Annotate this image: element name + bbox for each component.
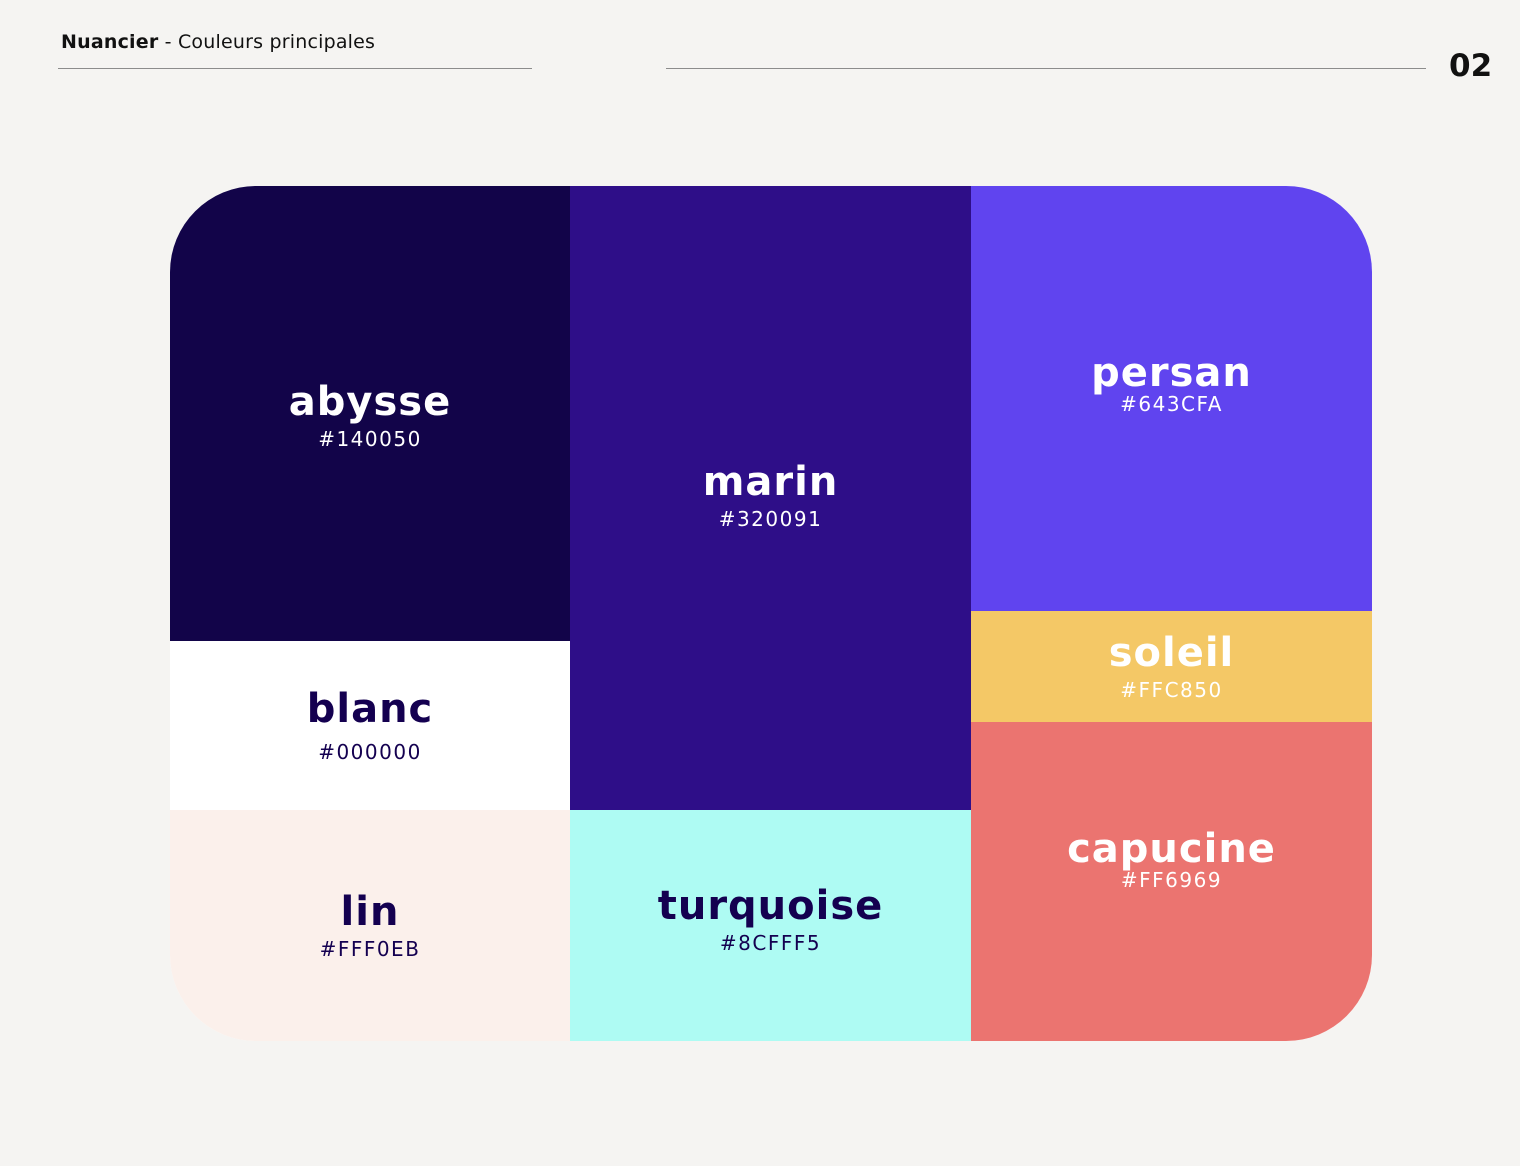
swatch-hex: #320091 [718,507,823,531]
page-title-subtitle: Couleurs principales [177,31,376,53]
swatch-persan: persan #643CFA [971,186,1372,611]
swatch-name: abysse [288,378,452,425]
color-palette: abysse #140050 blanc #000000 lin #FFF0EB… [170,186,1372,1041]
swatch-hex: #140050 [318,426,422,451]
swatch-capucine: capucine #FF6969 [971,722,1372,1041]
swatch-hex: #FF6969 [1120,867,1223,892]
swatch-hex: #8CFFF5 [719,930,822,955]
swatch-hex: #FFC850 [1120,677,1223,702]
swatch-name: soleil [1108,629,1235,676]
swatch-hex: #643CFA [1120,391,1223,416]
swatch-name: blanc [306,685,434,732]
swatch-marin: marin #320091 [570,186,971,810]
page-title-strong: Nuancier [61,31,159,53]
swatch-soleil: soleil #FFC850 [971,611,1372,722]
swatch-name: marin [702,459,839,505]
swatch-name: lin [340,888,400,935]
swatch-turquoise: turquoise #8CFFF5 [570,810,971,1041]
swatch-hex: #FFF0EB [319,936,421,961]
swatch-hex: #000000 [318,739,422,764]
page-number: 02 [1449,48,1493,84]
swatch-name: turquoise [657,882,884,929]
swatch-blanc: blanc #000000 [170,641,570,810]
header-rule-right [666,68,1426,69]
swatch-lin: lin #FFF0EB [170,810,570,1041]
header-rule-left [58,68,532,69]
swatch-name: capucine [1067,825,1276,872]
page-title: Nuancier - Couleurs principales [61,31,375,53]
swatch-abysse: abysse #140050 [170,186,570,641]
page-title-separator: - [158,31,178,53]
swatch-name: persan [1091,349,1252,396]
